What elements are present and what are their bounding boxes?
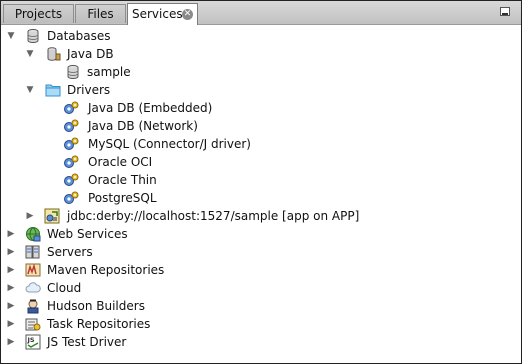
tree-node-maven-repositories[interactable]: ▶ Maven Repositories [1,261,521,279]
tree-node-driver[interactable]: Oracle Thin [1,171,521,189]
tab-services-label: Services [132,7,183,21]
tree-node-drivers[interactable]: ▼ Drivers [1,81,521,99]
tree-label-servers: Servers [47,245,93,259]
close-tab-icon[interactable]: ✕ [182,9,193,20]
tree-node-hudson-builders[interactable]: ▶ Hudson Builders [1,297,521,315]
collapsed-toggle-icon[interactable]: ▶ [5,315,17,333]
gear-driver-icon [63,154,79,170]
web-services-icon [25,226,41,242]
tree-node-cloud[interactable]: ▶ Cloud [1,279,521,297]
tree-label-hudson-builders: Hudson Builders [47,299,145,313]
tree-node-connection[interactable]: ▶ jdbc:derby://localhost:1527/sample [ap… [1,207,521,225]
tree-label-driver: Oracle OCI [88,155,153,169]
tree-label-driver: Java DB (Network) [88,119,198,133]
tab-bar: Projects Files Services ✕ [1,1,521,25]
tree-label-driver: PostgreSQL [88,191,157,205]
tab-services[interactable]: Services ✕ [127,3,198,25]
services-tree: ▼ Databases ▼ Java DB sample ▼ Drivers J… [1,25,521,363]
tree-label-maven-repositories: Maven Repositories [47,263,165,277]
folder-icon [45,82,61,98]
tree-label-sample: sample [87,65,131,79]
collapsed-toggle-icon[interactable]: ▶ [5,279,17,297]
tree-label-drivers: Drivers [67,83,111,97]
tree-node-sample[interactable]: sample [1,63,521,81]
tree-node-servers[interactable]: ▶ Servers [1,243,521,261]
tree-node-driver[interactable]: Java DB (Embedded) [1,99,521,117]
connection-icon [44,208,60,224]
tree-label-databases: Databases [47,29,111,43]
collapsed-toggle-icon[interactable]: ▶ [5,225,17,243]
maven-repositories-icon [25,262,41,278]
expanded-toggle-icon[interactable]: ▼ [24,45,36,63]
collapsed-toggle-icon[interactable]: ▶ [5,333,17,351]
hudson-builders-icon [25,298,41,314]
tree-label-js-test-driver: JS Test Driver [47,335,127,349]
tree-label-java-db: Java DB [67,47,114,61]
gear-driver-icon [63,190,79,206]
java-db-icon [45,46,61,62]
tree-label-web-services: Web Services [47,227,128,241]
database-icon [25,28,41,44]
tree-label-driver: MySQL (Connector/J driver) [88,137,251,151]
tree-label-cloud: Cloud [47,281,82,295]
tree-node-web-services[interactable]: ▶ Web Services [1,225,521,243]
svg-text:JS: JS [27,336,35,344]
tree-node-databases[interactable]: ▼ Databases [1,27,521,45]
collapsed-toggle-icon[interactable]: ▶ [5,243,17,261]
tab-files-label: Files [87,7,114,21]
minimize-window-icon[interactable] [500,7,510,16]
js-test-driver-icon: JS [25,334,41,350]
servers-icon [25,244,41,260]
tree-label-task-repositories: Task Repositories [47,317,151,331]
collapsed-toggle-icon[interactable]: ▶ [5,297,17,315]
tree-node-driver[interactable]: PostgreSQL [1,189,521,207]
collapsed-toggle-icon[interactable]: ▶ [5,261,17,279]
task-repositories-icon [25,316,41,332]
tree-node-java-db[interactable]: ▼ Java DB [1,45,521,63]
database-icon [65,64,81,80]
tree-node-driver[interactable]: Oracle OCI [1,153,521,171]
expanded-toggle-icon[interactable]: ▼ [5,27,17,45]
tab-files[interactable]: Files [75,4,126,23]
tree-node-driver[interactable]: Java DB (Network) [1,117,521,135]
tree-label-driver: Oracle Thin [88,173,157,187]
tree-node-driver[interactable]: MySQL (Connector/J driver) [1,135,521,153]
tree-node-js-test-driver[interactable]: ▶ JS JS Test Driver [1,333,521,351]
tree-node-task-repositories[interactable]: ▶ Task Repositories [1,315,521,333]
tab-projects-label: Projects [14,7,63,21]
collapsed-toggle-icon[interactable]: ▶ [24,207,36,225]
gear-driver-icon [63,172,79,188]
gear-driver-icon [63,100,79,116]
tab-projects[interactable]: Projects [3,4,74,23]
expanded-toggle-icon[interactable]: ▼ [24,81,36,99]
services-window: Projects Files Services ✕ ▼ Databases ▼ … [0,0,522,364]
tree-label-driver: Java DB (Embedded) [88,101,213,115]
cloud-icon [25,280,41,296]
gear-driver-icon [63,136,79,152]
tree-label-connection: jdbc:derby://localhost:1527/sample [app … [67,209,360,223]
gear-driver-icon [63,118,79,134]
